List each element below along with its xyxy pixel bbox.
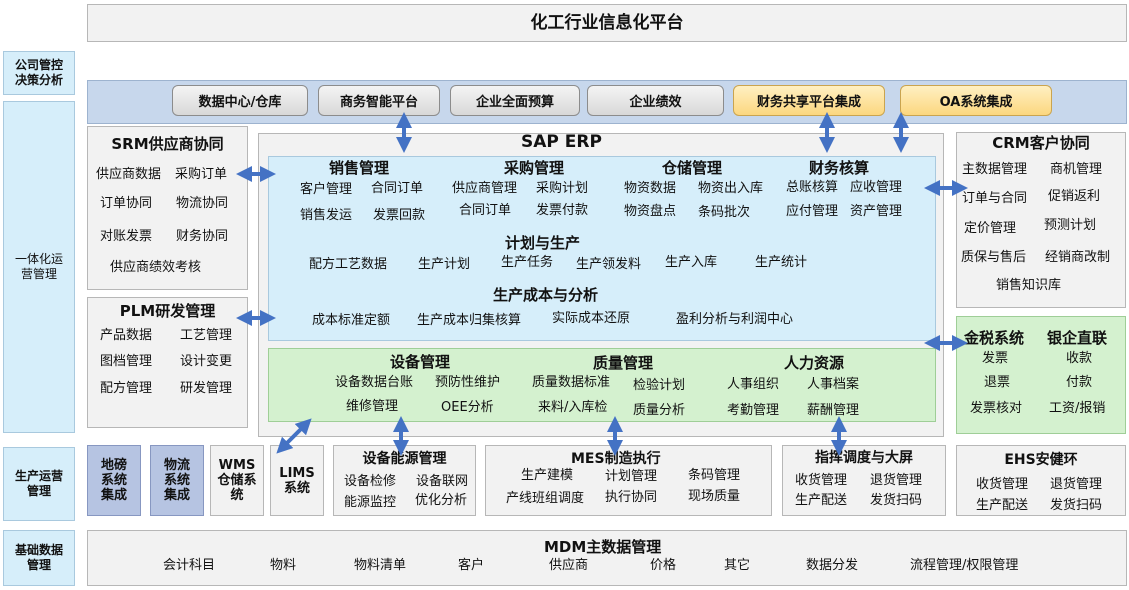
arrow-lims-sap [276,418,312,454]
connector-arrows [236,112,968,456]
